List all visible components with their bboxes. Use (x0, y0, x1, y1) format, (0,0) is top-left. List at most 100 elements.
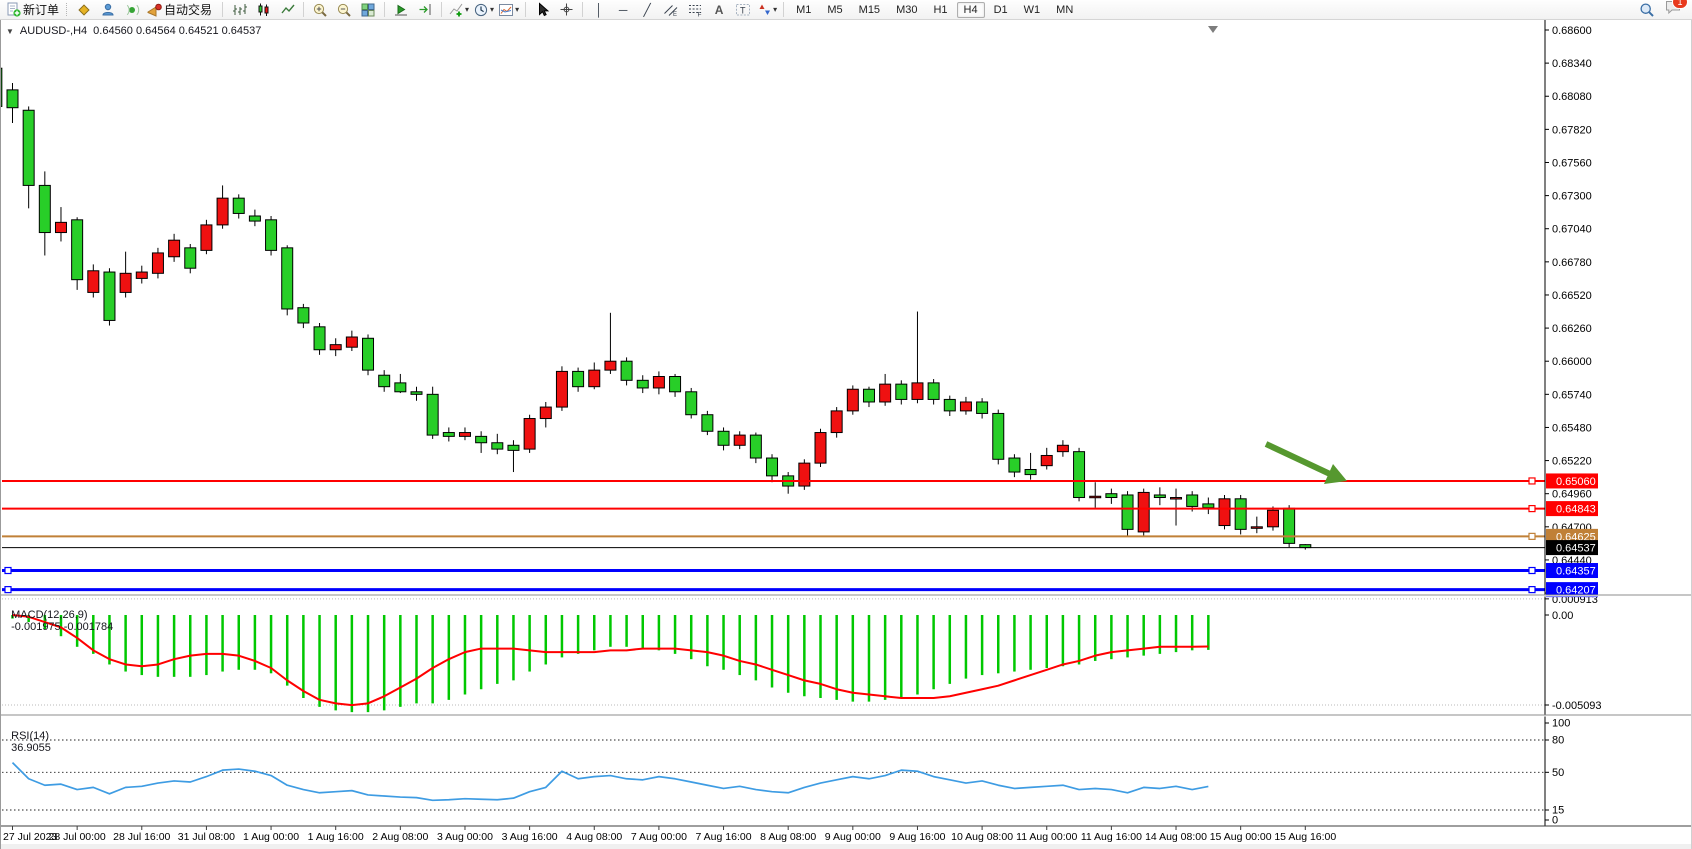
vertical-line-tool[interactable]: │ (587, 1, 611, 19)
toolbar-separator (222, 2, 223, 17)
symbol-name: AUDUSD-,H4 (20, 25, 87, 37)
timeframe-d1[interactable]: D1 (987, 2, 1015, 18)
timeframe-m1[interactable]: M1 (789, 2, 818, 18)
candle (734, 435, 745, 445)
candle (847, 389, 858, 411)
community-button[interactable] (96, 1, 120, 19)
periods-dropdown-caret[interactable]: ▾ (490, 5, 494, 14)
chart-shift-button[interactable] (413, 1, 437, 19)
candle (977, 402, 988, 413)
chart-canvas[interactable]: 0.686000.683400.680800.678200.675600.673… (0, 20, 1692, 849)
timeframe-m15[interactable]: M15 (852, 2, 887, 18)
axis-label: 0.00 (1552, 610, 1573, 622)
timeframe-m5[interactable]: M5 (820, 2, 849, 18)
crosshair-tool-button[interactable] (554, 1, 578, 19)
broadcast-icon (124, 2, 140, 18)
candle (330, 345, 341, 350)
candle (524, 419, 535, 450)
line-handle[interactable] (1529, 533, 1535, 539)
macd-label: MACD(12,26,9) -0.001975 -0.001784 (5, 597, 113, 633)
axis-label: 0.68340 (1552, 58, 1592, 70)
periods-button[interactable]: ▾ (471, 1, 496, 19)
candle (702, 415, 713, 432)
text-icon: A (715, 3, 724, 17)
candle (411, 392, 422, 395)
text-tool[interactable]: A (707, 1, 731, 19)
axis-label: 0.67300 (1552, 191, 1592, 203)
axis-label: 0.68080 (1552, 91, 1592, 103)
line-handle[interactable] (1529, 587, 1535, 593)
cursor-tool-button[interactable] (530, 1, 554, 19)
axis-label: 15 Aug 16:00 (1274, 831, 1336, 843)
axis-label: -0.005093 (1552, 700, 1602, 712)
candle (395, 383, 406, 392)
channel-tool[interactable]: E (659, 1, 683, 19)
new-order-button[interactable]: 新订单 (4, 1, 65, 19)
timeframe-m30[interactable]: M30 (889, 2, 924, 18)
axis-label: 14 Aug 08:00 (1145, 831, 1207, 843)
candle (540, 407, 551, 418)
line-chart-type-button[interactable] (275, 1, 299, 19)
indicators-dropdown-caret[interactable]: ▾ (465, 5, 469, 14)
templates-button[interactable]: ▾ (496, 1, 521, 19)
fibonacci-tool[interactable]: F (683, 1, 707, 19)
candle (799, 463, 810, 486)
line-chart-icon (280, 2, 295, 17)
candlestick-type-button[interactable] (251, 1, 275, 19)
candle (136, 272, 147, 278)
timeframe-w1[interactable]: W1 (1017, 2, 1048, 18)
bar-chart-type-button[interactable] (227, 1, 251, 19)
axis-label: 28 Jul 16:00 (113, 831, 170, 843)
axis-label: 9 Aug 16:00 (889, 831, 945, 843)
axis-label: 50 (1552, 767, 1564, 779)
axis-label: 7 Aug 00:00 (631, 831, 687, 843)
templates-dropdown-caret[interactable]: ▾ (515, 5, 519, 14)
candle (72, 220, 83, 280)
axis-label: 1 Aug 00:00 (243, 831, 299, 843)
label-tool[interactable]: T (731, 1, 755, 19)
candle (993, 413, 1004, 459)
candle (637, 380, 648, 388)
horizontal-line-tool[interactable]: ─ (611, 1, 635, 19)
indicators-button[interactable]: ▾ (446, 1, 471, 19)
auto-scroll-button[interactable] (389, 1, 413, 19)
main-chart-pane[interactable] (0, 20, 1692, 849)
notifications-button[interactable]: 1 (1665, 0, 1682, 20)
zoom-out-button[interactable] (332, 1, 356, 19)
symbol-dropdown-caret[interactable]: ▼ (6, 27, 14, 36)
line-handle[interactable] (5, 568, 11, 574)
line-handle[interactable] (1529, 478, 1535, 484)
axis-label: 80 (1552, 735, 1564, 747)
text-label-icon: T (735, 2, 751, 17)
autotrading-button[interactable]: 自动交易 (144, 1, 218, 19)
new-order-label: 新订单 (23, 1, 59, 18)
axis-label: 11 Aug 16:00 (1081, 831, 1142, 843)
candle (443, 433, 454, 437)
zoom-in-button[interactable] (308, 1, 332, 19)
line-handle[interactable] (1529, 568, 1535, 574)
notification-badge: 1 (1672, 0, 1688, 9)
tile-windows-button[interactable] (356, 1, 380, 19)
market-button[interactable] (120, 1, 144, 19)
community-icon (100, 2, 116, 18)
candle (653, 376, 664, 387)
line-handle[interactable] (5, 587, 11, 593)
search-icon[interactable] (1639, 2, 1655, 18)
fibonacci-icon: F (687, 2, 703, 17)
candle (670, 376, 681, 391)
candle (863, 389, 874, 402)
timeframe-mn[interactable]: MN (1049, 2, 1080, 18)
line-handle[interactable] (1529, 506, 1535, 512)
candle (605, 361, 616, 370)
axis-label: 9 Aug 00:00 (825, 831, 881, 843)
candle (896, 384, 907, 399)
chart-shift-icon (417, 2, 433, 18)
trendline-tool[interactable]: ╱ (635, 1, 659, 19)
new-chart-button[interactable] (72, 1, 96, 19)
candle (1267, 510, 1278, 527)
arrows-tool[interactable]: ▾ (755, 1, 779, 19)
candle (298, 308, 309, 323)
timeframe-h1[interactable]: H1 (926, 2, 954, 18)
timeframe-h4[interactable]: H4 (957, 2, 985, 18)
arrows-dropdown-caret[interactable]: ▾ (773, 5, 777, 14)
